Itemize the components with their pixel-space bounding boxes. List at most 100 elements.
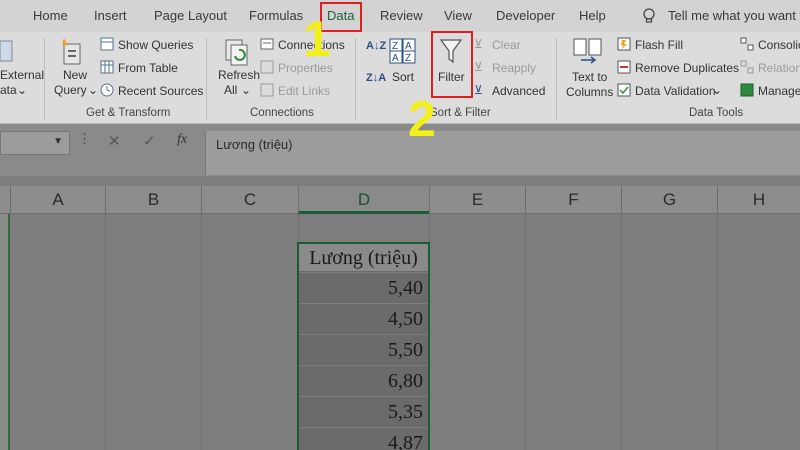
more-icon: ⋮: [78, 131, 91, 146]
enter-icon[interactable]: ✓: [143, 132, 156, 150]
sort-button[interactable]: Sort: [392, 70, 414, 84]
column-header-h[interactable]: H: [717, 186, 800, 214]
tab-view[interactable]: View: [444, 8, 472, 23]
column-header-f[interactable]: F: [525, 186, 621, 214]
filter-icon[interactable]: [439, 38, 463, 67]
cell-d-value[interactable]: 5,35: [298, 397, 429, 427]
chevron-down-icon[interactable]: ▼: [53, 136, 63, 147]
tab-developer[interactable]: Developer: [496, 8, 555, 23]
tab-formulas[interactable]: Formulas: [249, 8, 303, 23]
advanced-button[interactable]: Advanced: [492, 84, 545, 98]
group-label-get-transform: Get & Transform: [86, 107, 171, 119]
recent-sources-button[interactable]: Recent Sources: [118, 84, 203, 98]
column-header-c[interactable]: C: [201, 186, 298, 214]
step-1-label: 1: [303, 11, 331, 67]
advanced-filter-icon: ⊻: [474, 83, 483, 97]
svg-text:Z: Z: [392, 41, 398, 52]
new-query-label-2[interactable]: Query: [54, 83, 87, 97]
manage-data-model-button[interactable]: Manage: [758, 84, 800, 98]
cell-d-value[interactable]: 5,50: [298, 335, 429, 365]
table-icon: [100, 60, 114, 74]
step-2-label: 2: [408, 91, 436, 147]
cell-d-value[interactable]: 6,80: [298, 366, 429, 396]
chevron-down-icon: ⌄: [712, 83, 723, 97]
reapply-button[interactable]: Reapply: [492, 61, 536, 75]
formula-buttons: ⋮ ✕ ✓ fx: [76, 131, 200, 155]
column-header-b[interactable]: B: [105, 186, 201, 214]
text-to-columns-icon[interactable]: [573, 38, 603, 69]
remove-duplicates-button[interactable]: Remove Duplicates: [635, 61, 739, 75]
cell-d-value[interactable]: 4,50: [298, 304, 429, 334]
svg-text:A: A: [392, 53, 399, 64]
group-label-sort-filter: Sort & Filter: [430, 107, 491, 119]
group-label-connections: Connections: [250, 107, 314, 119]
formula-input[interactable]: Lương (triệu): [205, 131, 800, 175]
properties-icon: [260, 60, 274, 74]
consolidate-icon: [740, 37, 754, 51]
ribbon-data: External ata ⌄ New Query ⌄ Show Queries …: [0, 32, 800, 124]
show-queries-icon: [100, 37, 114, 51]
relationships-icon: [740, 60, 754, 74]
column-header-e[interactable]: E: [429, 186, 525, 214]
refresh-all-icon[interactable]: [222, 36, 252, 69]
chevron-down-icon: ⌄: [88, 83, 99, 97]
edit-links-button[interactable]: Edit Links: [278, 84, 330, 98]
text-to-columns-label-2[interactable]: Columns: [566, 85, 613, 99]
sort-z-to-a-icon[interactable]: Z↓A: [366, 72, 386, 84]
clear-filter-icon: ⊻: [474, 37, 483, 51]
cell-d-value[interactable]: 4,87: [298, 428, 429, 450]
relationships-button[interactable]: Relations: [758, 61, 800, 75]
ribbon-tab-bar: Home Insert Page Layout Formulas Data Re…: [0, 0, 800, 32]
text-to-columns-label-1[interactable]: Text to: [572, 70, 607, 84]
chevron-down-icon: ⌄: [17, 83, 28, 97]
tell-me-text: Tell me what you want to: [668, 8, 800, 23]
select-all-corner[interactable]: [0, 186, 10, 214]
tab-data[interactable]: Data: [327, 8, 354, 23]
column-header-d[interactable]: D: [298, 186, 429, 214]
new-query-icon[interactable]: [58, 36, 88, 69]
sort-icon[interactable]: Z A A Z: [389, 38, 417, 67]
insert-function-button[interactable]: fx: [177, 132, 187, 148]
tab-home[interactable]: Home: [33, 8, 68, 23]
tab-page-layout[interactable]: Page Layout: [154, 8, 227, 23]
filter-button[interactable]: Filter: [438, 70, 465, 84]
cancel-icon[interactable]: ✕: [108, 132, 121, 150]
clear-button[interactable]: Clear: [492, 38, 521, 52]
lightbulb-icon: [643, 8, 655, 23]
row-headers[interactable]: [0, 214, 10, 450]
tab-insert[interactable]: Insert: [94, 8, 127, 23]
cell-d-value[interactable]: 5,40: [298, 273, 429, 303]
data-validation-button[interactable]: Data Validation: [635, 84, 716, 98]
group-label-data-tools: Data Tools: [689, 107, 744, 119]
formula-content: Lương (triệu): [216, 137, 293, 152]
column-header-a[interactable]: A: [10, 186, 105, 214]
formula-bar: ▼ ⋮ ✕ ✓ fx Lương (triệu): [0, 124, 800, 176]
cell-d-header[interactable]: Lương (triệu): [298, 242, 429, 272]
flash-fill-icon: [617, 37, 631, 51]
sort-a-to-z-icon[interactable]: A↓Z: [366, 40, 386, 52]
new-query-label-1[interactable]: New: [63, 68, 87, 82]
svg-text:Z: Z: [405, 53, 411, 64]
refresh-all-label-1[interactable]: Refresh: [218, 68, 260, 82]
edit-links-icon: [260, 83, 274, 97]
external-data-icon: [0, 38, 14, 67]
tab-help[interactable]: Help: [579, 8, 606, 23]
manage-data-model-icon: [740, 83, 754, 97]
consolidate-button[interactable]: Consolic: [758, 38, 800, 52]
remove-duplicates-icon: [617, 60, 631, 74]
show-queries-button[interactable]: Show Queries: [118, 38, 193, 52]
refresh-all-label-2[interactable]: All: [224, 83, 237, 97]
get-external-data-label-1[interactable]: External: [0, 68, 44, 82]
data-validation-icon: [617, 83, 631, 97]
name-box[interactable]: ▼: [0, 131, 70, 155]
get-external-data-label-2[interactable]: ata: [0, 83, 17, 97]
from-table-button[interactable]: From Table: [118, 61, 178, 75]
tab-review[interactable]: Review: [380, 8, 423, 23]
recent-sources-icon: [100, 83, 114, 97]
column-header-g[interactable]: G: [621, 186, 717, 214]
column-headers: A B C D E F G H: [0, 186, 800, 214]
connections-icon: [260, 38, 274, 50]
flash-fill-button[interactable]: Flash Fill: [635, 38, 683, 52]
worksheet-grid[interactable]: Lương (triệu) 5,40 4,50 5,50 6,80 5,35 4…: [0, 214, 800, 450]
svg-text:A: A: [405, 41, 412, 52]
